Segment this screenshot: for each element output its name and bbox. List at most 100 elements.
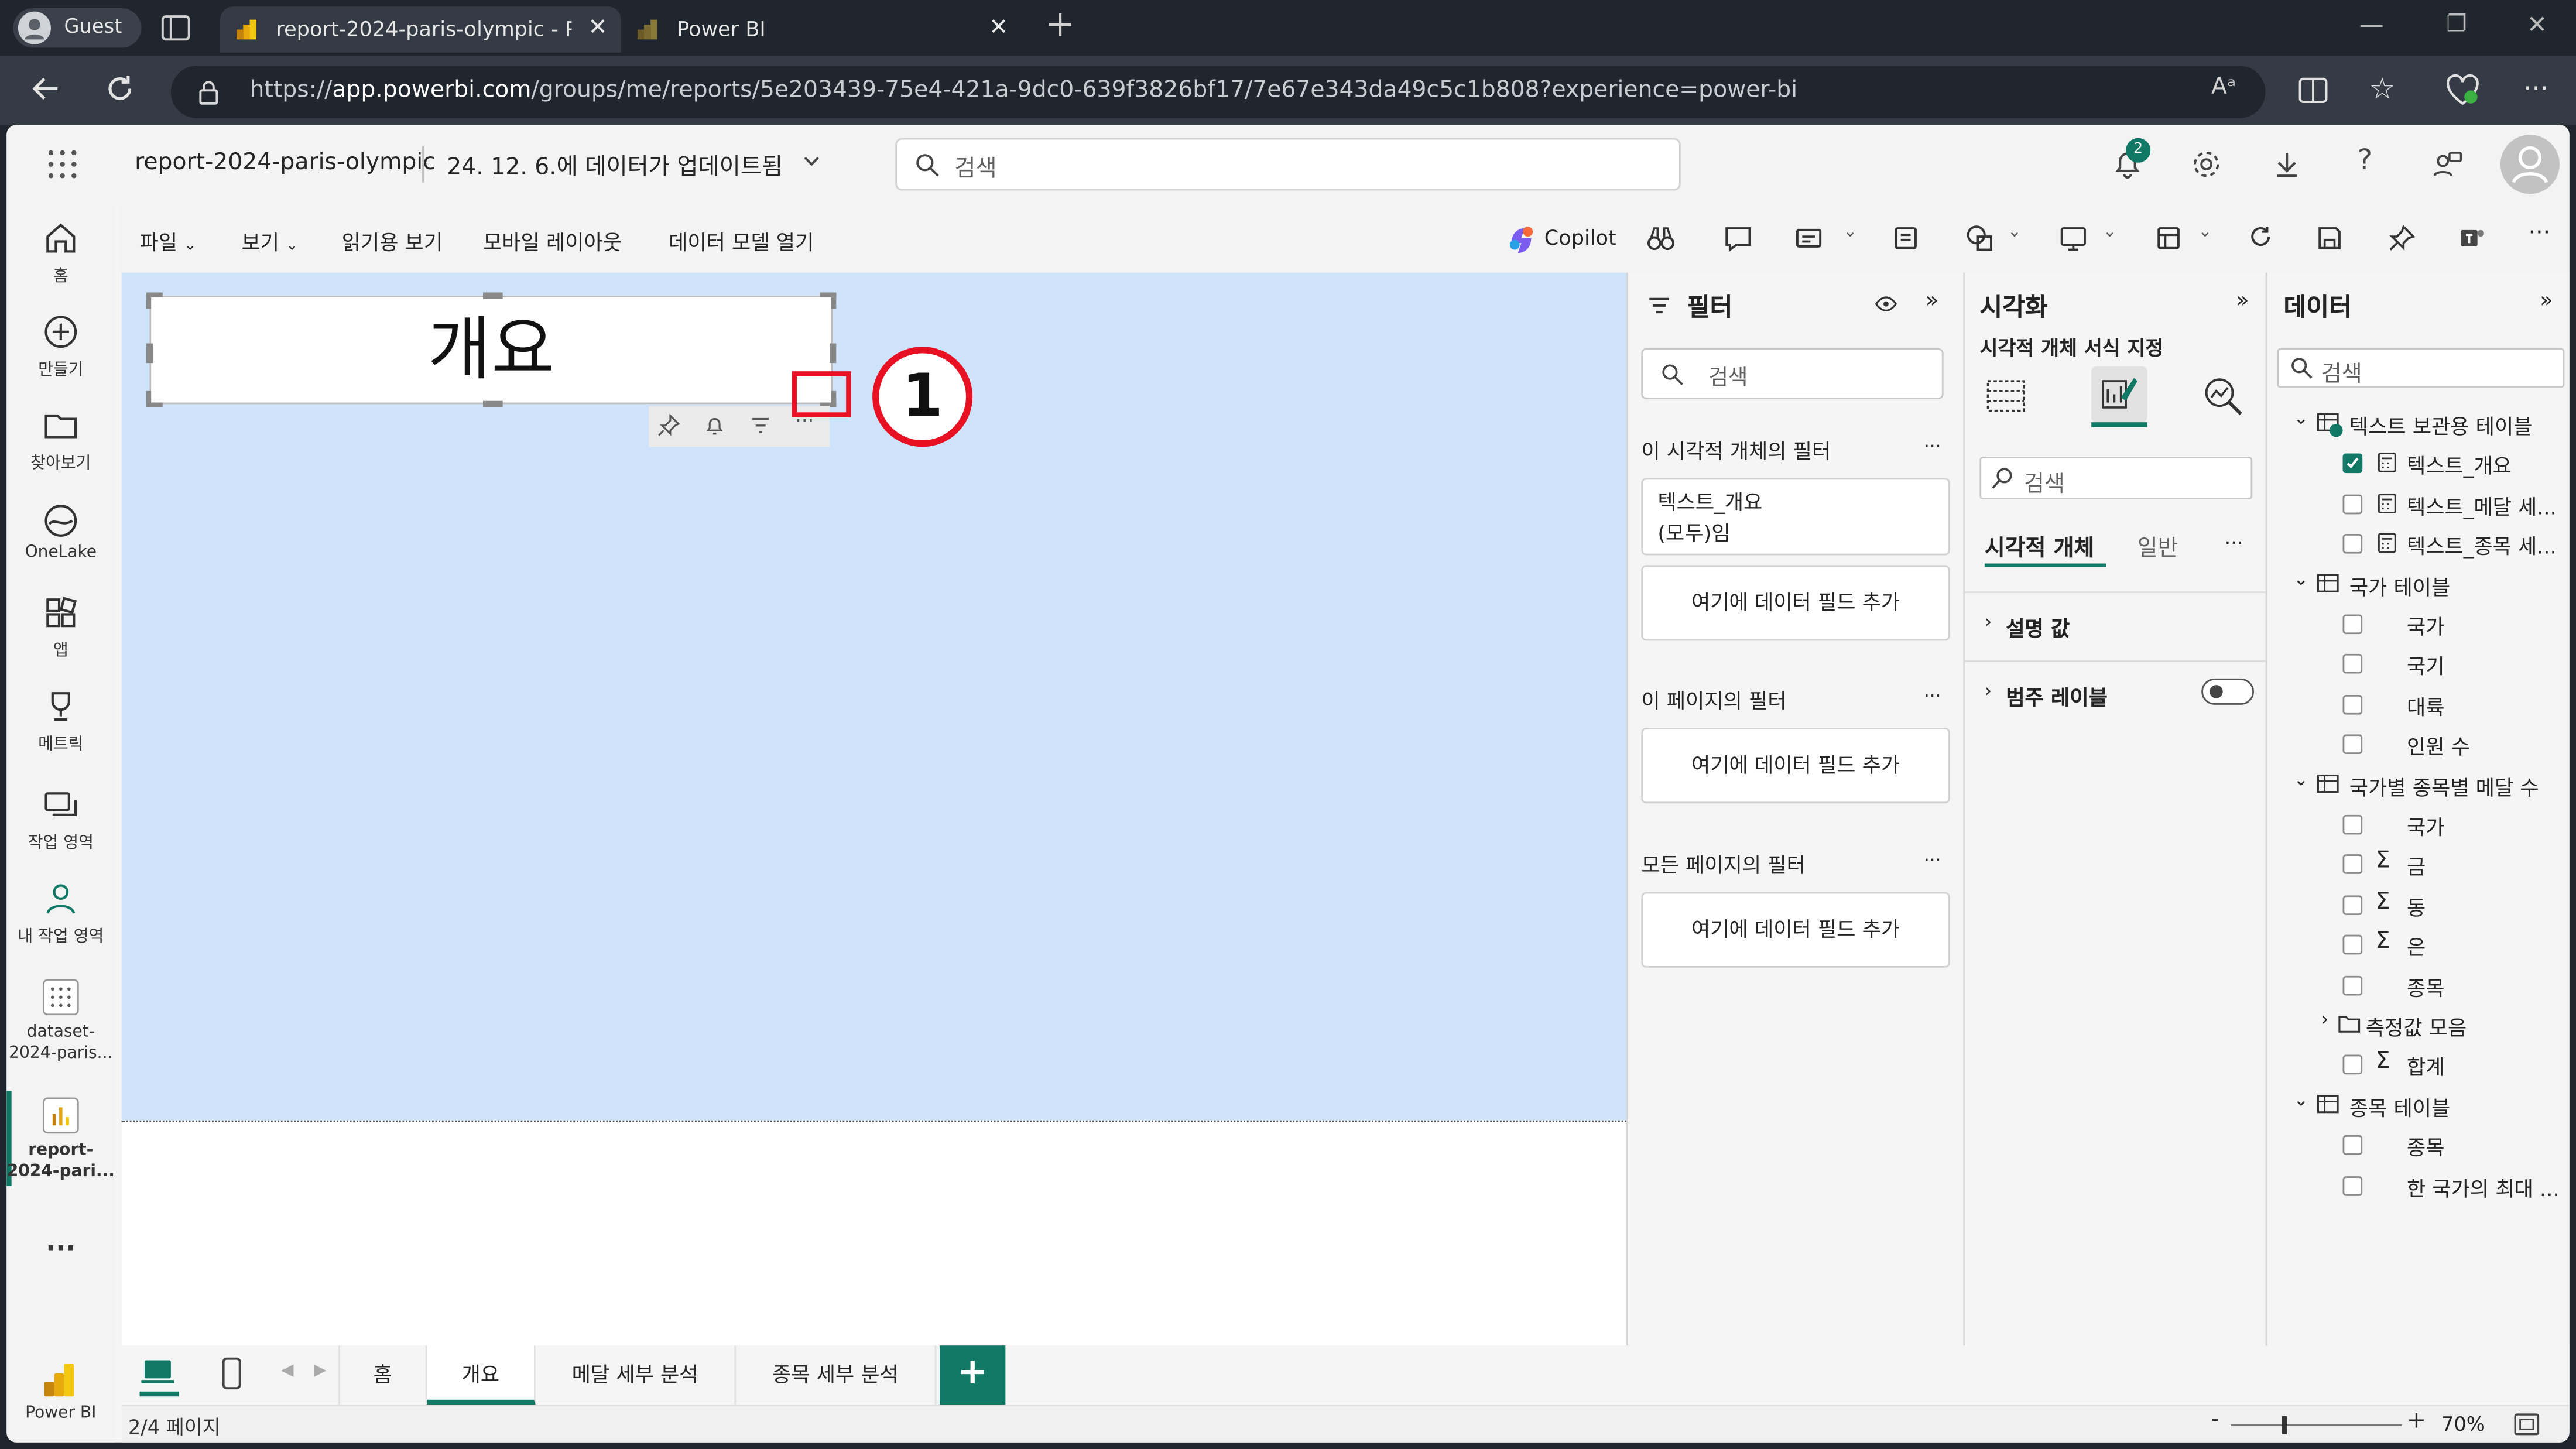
resize-handle[interactable] [146, 292, 163, 309]
powerbi-brand[interactable]: Power BI [6, 1360, 115, 1423]
add-visual-filter-dropzone[interactable]: 여기에 데이터 필드 추가 [1641, 565, 1950, 641]
data-table-row[interactable]: ⌄ 국가별 종목별 메달 수 [2267, 765, 2569, 804]
data-field-row[interactable]: Σ 합계 [2267, 1046, 2569, 1085]
zoom-in-icon[interactable]: + [2407, 1408, 2426, 1434]
close-window-icon[interactable]: ✕ [2527, 10, 2547, 40]
more-options-icon[interactable]: ... [2224, 526, 2243, 549]
field-checkbox[interactable] [2342, 855, 2363, 875]
add-all-pages-filter-dropzone[interactable]: 여기에 데이터 필드 추가 [1641, 892, 1950, 968]
new-tab-icon[interactable]: + [1045, 5, 1075, 46]
zoom-slider-thumb[interactable] [2282, 1416, 2287, 1434]
help-icon[interactable]: ? [2358, 145, 2372, 177]
notes-icon[interactable] [1891, 224, 1921, 254]
more-options-icon[interactable]: ... [1924, 680, 1941, 701]
data-field-row[interactable]: 국가 [2267, 805, 2569, 844]
binoculars-icon[interactable] [1646, 224, 1676, 254]
account-avatar[interactable] [2500, 135, 2560, 194]
nav-create[interactable]: 만들기 [6, 314, 115, 379]
section-category-label[interactable]: › 범주 레이블 [1965, 660, 2267, 723]
data-search-input[interactable]: 검색 [2277, 348, 2565, 388]
copilot-icon[interactable] [1506, 224, 1536, 254]
more-options-icon[interactable]: ··· [2529, 220, 2550, 246]
field-checkbox[interactable] [2342, 614, 2363, 635]
data-table-row[interactable]: ⌄ 종목 테이블 [2267, 1085, 2569, 1125]
browser-menu-icon[interactable]: ··· [2523, 72, 2548, 103]
data-field-row[interactable]: 인원 수 [2267, 725, 2569, 764]
data-field-row[interactable]: 종목 [2267, 965, 2569, 1005]
nav-onelake[interactable]: OneLake [6, 503, 115, 562]
present-icon[interactable] [2058, 224, 2088, 254]
chevron-right-icon[interactable]: › [2321, 1009, 2328, 1030]
save-icon[interactable] [2315, 224, 2345, 254]
resize-handle[interactable] [830, 343, 837, 364]
field-checkbox[interactable] [2342, 1176, 2363, 1195]
data-field-row[interactable]: 종목 [2267, 1126, 2569, 1165]
page-tab-overview[interactable]: 개요 [427, 1345, 536, 1405]
read-aloud-icon[interactable]: Aᵃ [2211, 74, 2236, 100]
settings-icon[interactable] [2190, 148, 2223, 181]
profile-button[interactable]: Guest [13, 8, 142, 48]
resize-handle[interactable] [146, 343, 153, 364]
menu-mobile-layout[interactable]: 모바일 레이아웃 [483, 225, 622, 256]
field-checkbox[interactable] [2342, 975, 2363, 995]
data-folder-row[interactable]: › 측정값 모음 [2267, 1005, 2569, 1044]
filters-search-input[interactable]: 검색 [1641, 348, 1944, 399]
chevron-down-icon[interactable]: ⌄ [2103, 224, 2117, 242]
menu-open-data-model[interactable]: 데이터 모델 열기 [669, 225, 814, 256]
chevron-down-icon[interactable]: ⌄ [1843, 224, 1857, 242]
refresh-report-icon[interactable] [2248, 224, 2274, 250]
data-field-row[interactable]: 텍스트_개요 [2267, 444, 2569, 484]
refresh-icon[interactable] [102, 71, 138, 107]
pin-icon[interactable] [2387, 224, 2417, 254]
back-icon[interactable] [28, 71, 64, 107]
fit-to-page-icon[interactable] [2513, 1413, 2540, 1436]
page-tab-home[interactable]: 홈 [338, 1345, 427, 1405]
format-search-input[interactable]: 검색 [1979, 457, 2253, 500]
field-checkbox[interactable] [2342, 694, 2363, 715]
minimize-icon[interactable]: — [2359, 10, 2384, 40]
chevron-down-icon[interactable]: ⌄ [2293, 407, 2308, 429]
zoom-out-icon[interactable]: - [2211, 1408, 2219, 1433]
more-options-icon[interactable]: ... [1924, 844, 1941, 865]
browser-essentials-icon[interactable] [2445, 74, 2481, 107]
scroll-right-icon[interactable]: ▶ [314, 1362, 327, 1380]
textbox-visual[interactable]: 개요 [146, 292, 837, 407]
add-page-filter-dropzone[interactable]: 여기에 데이터 필드 추가 [1641, 728, 1950, 804]
restore-icon[interactable]: ❐ [2446, 12, 2467, 38]
split-screen-icon[interactable] [2297, 74, 2330, 107]
chevron-down-icon[interactable]: ⌄ [2008, 224, 2022, 242]
page-tab-medal-analysis[interactable]: 메달 세부 분석 [535, 1345, 737, 1405]
nav-apps[interactable]: 앱 [6, 595, 115, 660]
layout-icon[interactable] [2154, 224, 2184, 254]
field-checkbox[interactable] [2342, 734, 2363, 755]
analytics-icon[interactable] [2201, 375, 2244, 417]
field-checkbox[interactable] [2342, 814, 2363, 835]
data-updated-label[interactable]: 24. 12. 6.에 데이터가 업데이트됨 [447, 149, 783, 182]
subscribe-icon[interactable] [1794, 224, 1824, 254]
field-checkbox[interactable] [2342, 935, 2363, 955]
app-launcher-icon[interactable] [47, 149, 77, 179]
copilot-button[interactable]: Copilot [1544, 225, 1616, 249]
category-label-toggle[interactable] [2201, 678, 2254, 705]
pin-visual-icon[interactable] [657, 414, 680, 437]
tab-report[interactable]: report-2024-paris-olympic - Powe ✕ [220, 6, 621, 53]
data-field-row[interactable]: Σ은 [2267, 925, 2569, 964]
report-canvas[interactable]: 개요 ··· 1 [121, 272, 1627, 1121]
nav-my-workspace[interactable]: 내 작업 영역 [6, 881, 115, 946]
textbox-title[interactable]: 개요 [151, 297, 831, 403]
address-bar[interactable]: https://app.powerbi.com/groups/me/report… [170, 66, 2266, 119]
resize-handle[interactable] [482, 400, 503, 407]
more-options-icon[interactable]: ... [1924, 430, 1941, 451]
field-checkbox[interactable] [2342, 895, 2363, 915]
format-visual-tab[interactable] [2091, 366, 2147, 423]
chevron-down-icon[interactable] [801, 151, 821, 171]
field-checkbox[interactable] [2342, 1055, 2363, 1075]
field-checkbox[interactable] [2342, 494, 2363, 514]
data-field-row[interactable]: 한 국가의 최대 ... [2267, 1166, 2569, 1205]
favorites-icon[interactable]: ☆ [2369, 72, 2395, 107]
alert-icon[interactable] [703, 414, 726, 437]
resize-handle[interactable] [146, 390, 163, 407]
field-checkbox[interactable] [2342, 1135, 2363, 1156]
filter-card-text-overview[interactable]: 텍스트_개요 (모두)임 [1641, 478, 1950, 556]
menu-file[interactable]: 파일 ⌄ [140, 225, 197, 256]
